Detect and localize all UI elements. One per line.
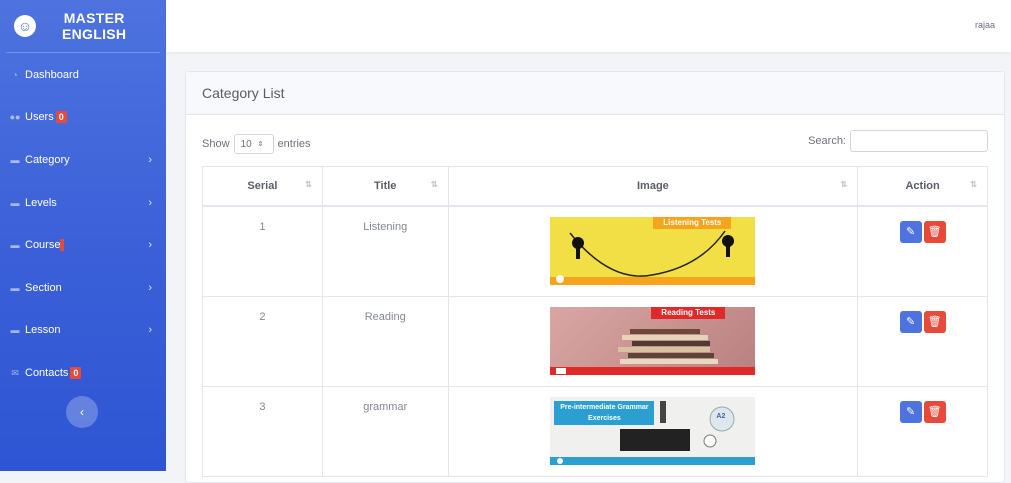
chevron-right-icon: › [148,197,152,209]
sidebar: ☺ MASTER ENGLISH ◔ Dashboard ●● Users 0 … [0,0,166,471]
folder-icon: ▬ [10,198,20,208]
sidebar-item-label: Section [25,282,62,294]
action-cell: ✎ 🗑 [857,205,988,297]
sidebar-item-label: Contacts [25,367,69,379]
sort-toggle-icon: ⇕ [257,141,264,148]
entries-length-control: Show 10 ⇕ entries [202,134,311,154]
column-header-image[interactable]: Image ⇅ [447,166,859,207]
smile-wink-icon: ☺ [14,15,36,37]
books-illustration [550,329,756,375]
sidebar-item-label: Users [25,111,54,123]
envelope-icon: ✉ [11,367,19,378]
edit-icon: ✎ [905,226,916,238]
edit-icon: ✎ [905,406,916,418]
sidebar-item-category[interactable]: ▬ Category › [0,150,166,170]
sidebar-item-section[interactable]: ▬ Section › [0,278,166,298]
sort-icon: ⇅ [430,180,438,189]
folder-icon: ▬ [10,283,20,293]
sidebar-item-label: Levels [25,197,57,209]
trash-icon: 🗑 [927,316,942,328]
tachometer-icon: ◔ [12,70,18,80]
table-row: 1 Listening Listening Tests ✎ 🗑 [202,205,988,297]
serial-cell: 2 [202,296,323,387]
folder-icon: ▬ [10,240,20,250]
users-count-badge: 0 [55,111,67,123]
title-cell: grammar [321,386,449,477]
folder-icon: ▬ [10,155,20,165]
desk-illustration [550,401,756,465]
category-image: Pre-intermediate Grammar Exercises A2 [550,397,756,465]
title-cell: Listening [321,205,449,297]
sidebar-item-contacts[interactable]: ✉ Contacts 0 [0,363,166,383]
sidebar-item-label: Category [25,154,70,166]
sidebar-item-course[interactable]: ▬ Course › [0,235,166,255]
table-controls: Show 10 ⇕ entries Search: [202,130,988,154]
category-table: Serial ⇅ Title ⇅ Image ⇅ Action ⇅ 1 Listenin… [202,166,988,477]
sidebar-item-levels[interactable]: ▬ Levels › [0,193,166,213]
edit-button[interactable]: ✎ [899,401,922,423]
image-cell: Listening Tests [447,205,859,297]
entries-select[interactable]: 10 ⇕ [233,134,274,154]
chevron-right-icon: › [148,282,152,294]
edit-button[interactable]: ✎ [899,311,922,333]
serial-cell: 1 [202,205,323,297]
delete-button[interactable]: 🗑 [923,221,946,243]
table-header-row: Serial ⇅ Title ⇅ Image ⇅ Action ⇅ [202,166,988,207]
column-header-action[interactable]: Action ⇅ [857,166,988,207]
table-row: 3 grammar Pre-intermediate Grammar Exerc… [202,386,988,477]
category-image: Reading Tests [550,307,756,375]
edit-icon: ✎ [905,316,916,328]
sidebar-item-lesson[interactable]: ▬ Lesson › [0,320,166,340]
chevron-right-icon: › [148,239,152,251]
delete-button[interactable]: 🗑 [923,311,946,333]
level-badge: A2 [716,413,726,420]
contacts-count-badge: 0 [70,367,82,379]
trash-icon: 🗑 [927,226,942,238]
search-control: Search: [808,130,988,152]
action-cell: ✎ 🗑 [857,386,988,477]
category-image: Listening Tests [550,217,756,285]
search-label: Search: [808,135,846,147]
chevron-right-icon: › [148,324,152,336]
sidebar-item-dashboard[interactable]: ◔ Dashboard [0,65,166,85]
entries-label: entries [277,138,311,150]
course-badge [60,239,65,251]
delete-button[interactable]: 🗑 [923,401,946,423]
topbar: rajaa [166,0,1011,52]
user-name[interactable]: rajaa [975,20,995,30]
table-row: 2 Reading Reading Tests ✎ 🗑 [202,296,988,387]
chevron-left-icon: ‹ [80,405,84,419]
edit-button[interactable]: ✎ [899,221,922,243]
card-title: Category List [186,72,1004,115]
users-icon: ●● [9,112,21,122]
sidebar-item-label: Lesson [25,324,61,336]
chevron-right-icon: › [148,154,152,166]
action-cell: ✎ 🗑 [857,296,988,387]
brand-name: MASTER ENGLISH [62,10,127,42]
sidebar-toggle-button[interactable]: ‹ [66,396,98,428]
trash-icon: 🗑 [927,406,942,418]
sidebar-item-label: Course [25,239,61,251]
sort-icon: ⇅ [305,180,312,189]
search-input[interactable] [850,130,988,152]
show-label: Show [202,138,230,150]
column-header-serial[interactable]: Serial ⇅ [202,166,323,207]
headphones-illustration [550,230,756,285]
title-cell: Reading [321,296,449,387]
brand[interactable]: ☺ MASTER ENGLISH [6,0,160,53]
sort-icon: ⇅ [970,180,977,189]
sidebar-item-label: Dashboard [25,69,79,81]
category-list-card: Category List Show 10 ⇕ entries Search: … [185,71,1005,483]
serial-cell: 3 [202,386,323,477]
sort-icon: ⇅ [840,180,848,189]
sidebar-item-users[interactable]: ●● Users 0 [0,107,166,127]
image-cell: Reading Tests [447,296,859,387]
column-header-title[interactable]: Title ⇅ [321,166,449,207]
folder-icon: ▬ [10,325,20,335]
image-cell: Pre-intermediate Grammar Exercises A2 [447,386,859,477]
